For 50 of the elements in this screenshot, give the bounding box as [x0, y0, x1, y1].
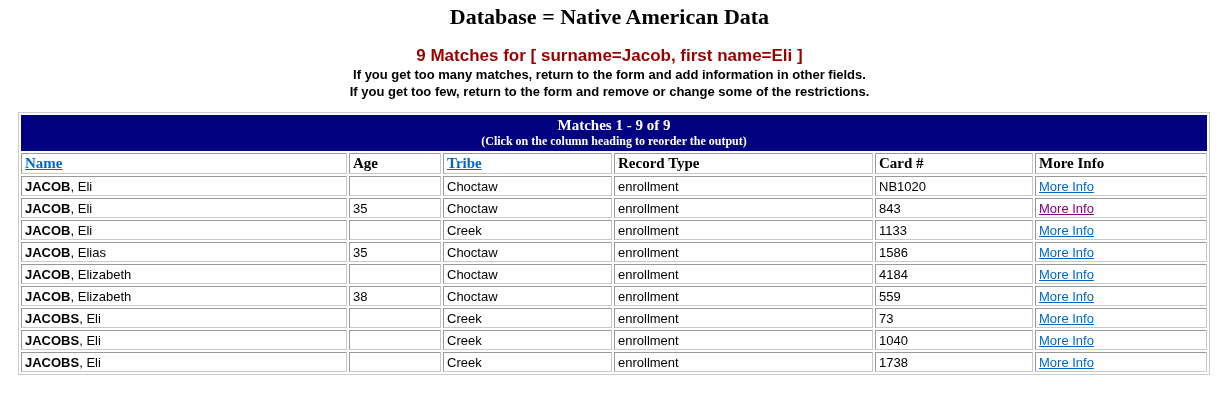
table-cell: enrollment: [614, 220, 873, 240]
table-cell: enrollment: [614, 330, 873, 350]
table-cell: 73: [875, 308, 1033, 328]
table-cell: 4184: [875, 264, 1033, 284]
table-cell: NB1020: [875, 176, 1033, 196]
table-cell: Choctaw: [443, 242, 612, 262]
table-cell: enrollment: [614, 242, 873, 262]
column-sort-link[interactable]: Name: [25, 155, 63, 171]
column-sort-link[interactable]: Tribe: [447, 155, 482, 171]
table-cell: enrollment: [614, 264, 873, 284]
table-cell: 1133: [875, 220, 1033, 240]
table-cell: JACOB, Elizabeth: [21, 286, 347, 306]
table-cell: JACOB, Elizabeth: [21, 264, 347, 284]
table-cell: 38: [349, 286, 441, 306]
table-cell: JACOBS, Eli: [21, 352, 347, 372]
table-cell: enrollment: [614, 352, 873, 372]
table-cell: 559: [875, 286, 1033, 306]
page-title: Database = Native American Data: [449, 4, 770, 30]
table-cell: Creek: [443, 330, 612, 350]
matches-heading: 9 Matches for [ surname=Jacob, first name=Eli ]: [416, 46, 803, 66]
table-cell: JACOBS, Eli: [21, 308, 347, 328]
column-header: Card #: [875, 153, 1033, 174]
table-cell: Choctaw: [443, 198, 612, 218]
table-cell: Creek: [443, 308, 612, 328]
column-header: More Info: [1035, 153, 1207, 174]
table-cell: Choctaw: [443, 176, 612, 196]
table-cell: 35: [349, 198, 441, 218]
table-cell: JACOBS, Eli: [21, 330, 347, 350]
table-cell: enrollment: [614, 308, 873, 328]
column-header: Record Type: [614, 153, 873, 174]
table-cell: Creek: [443, 220, 612, 240]
table-cell: 1586: [875, 242, 1033, 262]
table-cell: 843: [875, 198, 1033, 218]
table-cell: JACOB, Eli: [21, 198, 347, 218]
table-cell: JACOB, Elias: [21, 242, 347, 262]
table-cell: JACOB, Eli: [21, 220, 347, 240]
table-cell: 1738: [875, 352, 1033, 372]
table-cell: Creek: [443, 352, 612, 372]
hint-text: If you get too many matches, return to the form and add information in other fields.: [353, 66, 866, 83]
table-cell: Choctaw: [443, 286, 612, 306]
table-cell: 1040: [875, 330, 1033, 350]
table-cell: Choctaw: [443, 264, 612, 284]
table-cell: enrollment: [614, 286, 873, 306]
table-cell: enrollment: [614, 198, 873, 218]
hint-text: If you get too few, return to the form and remove or change some of the restrictions.: [349, 83, 870, 100]
column-header: Age: [349, 153, 441, 174]
table-cell: JACOB, Eli: [21, 176, 347, 196]
table-cell: enrollment: [614, 176, 873, 196]
table-caption-bar: Matches 1 - 9 of 9 (Click on the column heading to reorder the output): [21, 115, 1207, 151]
table-cell: 35: [349, 242, 441, 262]
